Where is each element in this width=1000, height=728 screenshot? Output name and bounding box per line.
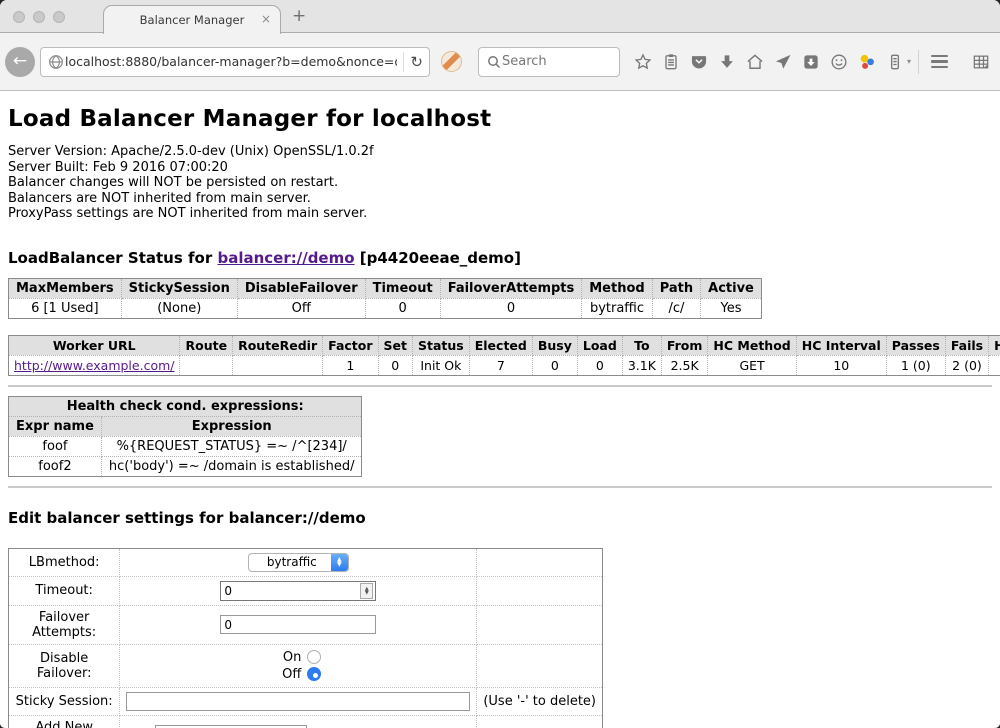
container-icon[interactable] <box>882 49 908 75</box>
adblock-icon[interactable] <box>441 51 462 72</box>
table-header-row: MaxMembers StickySession DisableFailover… <box>9 278 762 298</box>
table-header-row: Worker URL Route RouteRedir Factor Set S… <box>9 335 1000 355</box>
sticky-session-note: (Use '-' to delete) <box>477 687 603 715</box>
worker-status-table: Worker URL Route RouteRedir Factor Set S… <box>8 335 1000 376</box>
color-dots-icon[interactable] <box>854 49 880 75</box>
table-row: 6 [1 Used] (None) Off 0 0 bytraffic /c/ … <box>9 298 762 318</box>
window-controls <box>13 11 65 23</box>
sticky-session-label: Sticky Session: <box>9 687 120 715</box>
lbmethod-label: LBmethod: <box>9 548 120 576</box>
search-bar[interactable] <box>478 47 620 77</box>
worker-url-link[interactable]: http://www.example.com/ <box>14 358 174 373</box>
menu-hamburger-icon[interactable] <box>926 49 952 75</box>
form-row-sticky-session: Sticky Session: (Use '-' to delete) <box>9 687 603 715</box>
downloads-arrow-icon[interactable] <box>714 49 740 75</box>
form-row-add-worker: Add New Worker: Are you sure? <box>9 715 603 728</box>
browser-window: Balancer Manager × + ← ↻ <box>0 0 1000 728</box>
globe-icon <box>47 49 65 75</box>
search-icon <box>486 49 502 75</box>
chat-smiley-icon[interactable] <box>826 49 852 75</box>
failover-attempts-input[interactable] <box>220 615 376 634</box>
browser-tab[interactable]: Balancer Manager × <box>103 5 281 34</box>
failover-on-radio[interactable] <box>307 650 321 664</box>
bookmarks-clipboard-icon[interactable] <box>658 49 684 75</box>
server-built: Server Built: Feb 9 2016 07:00:20 <box>8 160 992 176</box>
save-to-device-icon[interactable] <box>798 49 824 75</box>
back-button[interactable]: ← <box>5 47 35 77</box>
window-minimize-button[interactable] <box>33 11 45 23</box>
pocket-icon[interactable] <box>686 49 712 75</box>
form-row-failover-attempts: Failover Attempts: <box>9 605 603 644</box>
add-worker-label: Add New Worker: <box>9 715 120 728</box>
form-row-lbmethod: LBmethod: bytraffic ▲▼ <box>9 548 603 576</box>
table-row: http://www.example.com/ 1 0 Init Ok 7 0 … <box>9 355 1000 375</box>
table-title-row: Health check cond. expressions: <box>9 396 362 416</box>
table-row: foof %{REQUEST_STATUS} =~ /^[234]/ <box>9 436 362 456</box>
window-close-button[interactable] <box>13 11 25 23</box>
balancer-settings-form: LBmethod: bytraffic ▲▼ Timeout: ▲▼ <box>8 548 603 728</box>
edit-settings-heading: Edit balancer settings for balancer://de… <box>8 497 992 538</box>
new-tab-button[interactable]: + <box>292 6 306 26</box>
search-input[interactable] <box>502 54 612 69</box>
section-divider <box>8 385 992 387</box>
health-check-table: Health check cond. expressions: Expr nam… <box>8 396 362 477</box>
warning-line: ProxyPass settings are NOT inherited fro… <box>8 206 992 222</box>
status-heading: LoadBalancer Status for balancer://demo … <box>8 222 992 278</box>
toolbar-icons: ▾ <box>630 49 994 75</box>
form-row-timeout: Timeout: ▲▼ <box>9 576 603 605</box>
warning-line: Balancers are NOT inherited from main se… <box>8 191 992 207</box>
tab-close-icon[interactable]: × <box>261 12 271 26</box>
chevron-down-icon[interactable]: ▾ <box>907 57 911 66</box>
section-divider <box>8 486 992 488</box>
select-arrows-icon: ▲▼ <box>331 554 348 571</box>
tab-bar: Balancer Manager × + <box>0 0 1000 33</box>
navigation-toolbar: ← ↻ <box>0 33 1000 91</box>
tab-title: Balancer Manager <box>140 13 245 27</box>
url-divider <box>403 52 404 72</box>
balancer-link[interactable]: balancer://demo <box>217 249 354 267</box>
form-row-disable-failover: Disable Failover: On Off <box>9 644 603 687</box>
toolbar-separator <box>918 50 919 74</box>
balancer-status-table: MaxMembers StickySession DisableFailover… <box>8 278 762 319</box>
bookmark-star-icon[interactable] <box>630 49 656 75</box>
disable-failover-label: Disable Failover: <box>9 644 120 687</box>
home-icon[interactable] <box>742 49 768 75</box>
page-title: Load Balancer Manager for localhost <box>8 91 992 144</box>
tab-groups-icon[interactable] <box>968 49 994 75</box>
url-bar[interactable]: ↻ <box>40 47 430 77</box>
url-input[interactable] <box>65 54 397 69</box>
server-version: Server Version: Apache/2.5.0-dev (Unix) … <box>8 144 992 160</box>
window-zoom-button[interactable] <box>53 11 65 23</box>
lbmethod-select[interactable]: bytraffic ▲▼ <box>248 553 349 572</box>
table-header-row: Expr name Expression <box>9 416 362 436</box>
failover-off-radio[interactable] <box>307 667 321 681</box>
number-spinner-icon[interactable]: ▲▼ <box>360 583 373 599</box>
sticky-session-input[interactable] <box>126 692 470 711</box>
failover-attempts-label: Failover Attempts: <box>9 605 120 644</box>
timeout-input[interactable]: ▲▼ <box>220 581 376 601</box>
timeout-label: Timeout: <box>9 576 120 605</box>
reload-icon[interactable]: ↻ <box>410 53 423 71</box>
page-content: Load Balancer Manager for localhost Serv… <box>0 91 1000 728</box>
table-row: foof2 hc('body') =~ /domain is establish… <box>9 456 362 476</box>
warning-line: Balancer changes will NOT be persisted o… <box>8 175 992 191</box>
send-plane-icon[interactable] <box>770 49 796 75</box>
